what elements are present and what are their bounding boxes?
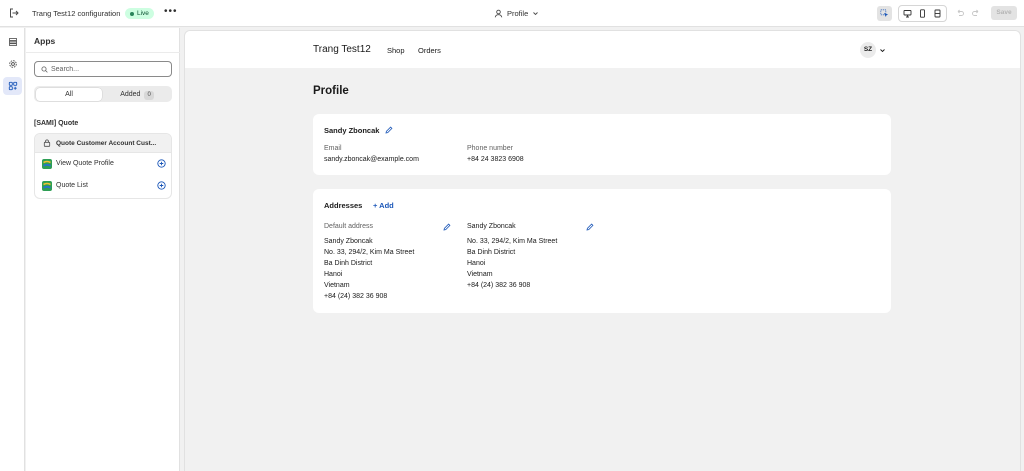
chevron-down-icon: [532, 10, 539, 17]
app-card-header-label: Quote Customer Account Cust...: [56, 140, 157, 147]
redo-icon[interactable]: [971, 8, 981, 20]
apps-rail-button[interactable]: [3, 77, 22, 95]
panel-divider: [26, 52, 180, 53]
page-selector-label: Profile: [507, 8, 529, 18]
address-line: No. 33, 294/2, Kim Ma Street: [324, 249, 415, 256]
app-item-label: Quote List: [56, 182, 88, 189]
apps-panel: Apps All Added0 [SAMI] Quote Quote Custo…: [26, 28, 180, 471]
desktop-preview-button[interactable]: [900, 6, 915, 21]
preview-canvas: Trang Test12 Shop Orders SZ Profile Sand…: [184, 30, 1021, 471]
sections-rail-button[interactable]: [3, 33, 22, 51]
phone-value: +84 24 3823 6908: [467, 156, 524, 163]
inspector-toggle[interactable]: [877, 6, 892, 21]
edit-pencil-icon[interactable]: [443, 223, 451, 233]
search-icon: [41, 66, 48, 73]
address-line: Hanoi: [467, 260, 486, 267]
search-input[interactable]: [51, 64, 169, 74]
fullwidth-preview-button[interactable]: [930, 6, 945, 21]
app-card-header[interactable]: Quote Customer Account Cust...: [35, 134, 171, 153]
app-block-item[interactable]: View Quote Profile: [35, 154, 171, 174]
nav-link-orders[interactable]: Orders: [418, 46, 441, 55]
settings-rail-button[interactable]: [3, 55, 22, 73]
phone-label: Phone number: [467, 145, 513, 152]
address-line: Hanoi: [324, 271, 343, 278]
theme-title: Trang Test12 configuration: [32, 9, 121, 18]
address-line: Sandy Zboncak: [467, 223, 516, 230]
nav-link-shop[interactable]: Shop: [387, 46, 405, 55]
add-address-button[interactable]: + Add: [373, 201, 394, 210]
store-name[interactable]: Trang Test12: [313, 44, 371, 55]
email-label: Email: [324, 145, 342, 152]
layout-icon: [934, 9, 941, 18]
gear-icon: [8, 60, 17, 68]
mobile-icon: [920, 9, 925, 18]
default-address-label: Default address: [324, 223, 374, 230]
address-line: +84 (24) 382 36 908: [467, 282, 531, 289]
store-header: Trang Test12 Shop Orders SZ: [185, 31, 1020, 68]
edit-pencil-icon[interactable]: [385, 126, 393, 136]
device-preview-group: [898, 5, 947, 22]
page-title: Profile: [313, 85, 349, 97]
address-line: Ba Dinh District: [324, 260, 373, 267]
app-logo-icon: [42, 159, 52, 171]
chevron-down-icon[interactable]: [879, 47, 886, 56]
customer-name: Sandy Zboncak: [324, 126, 380, 135]
exit-icon[interactable]: [8, 7, 20, 19]
undo-icon[interactable]: [955, 8, 965, 20]
addresses-heading: Addresses: [324, 201, 363, 210]
filter-tabs: All Added 0: [34, 86, 172, 102]
add-circle-icon[interactable]: [157, 181, 166, 192]
page-selector[interactable]: Profile: [494, 6, 539, 20]
added-count-badge: 0: [144, 90, 154, 100]
app-block-item[interactable]: Quote List: [35, 176, 171, 196]
live-status-badge: Live: [125, 8, 154, 19]
email-value: sandy.zboncak@example.com: [324, 156, 419, 163]
tab-added[interactable]: Added 0: [104, 88, 170, 101]
person-icon: [494, 9, 503, 18]
app-block-card: Quote Customer Account Cust... View Quot…: [34, 133, 172, 199]
save-button[interactable]: Save: [991, 6, 1017, 20]
app-logo-icon: [42, 181, 52, 193]
cursor-select-icon: [880, 9, 889, 17]
address-line: +84 (24) 382 36 908: [324, 293, 388, 300]
app-item-label: View Quote Profile: [56, 160, 114, 167]
address-line: Sandy Zboncak: [324, 238, 373, 245]
address-line: Vietnam: [467, 271, 493, 278]
lock-icon: [43, 139, 51, 147]
address-line: Vietnam: [324, 282, 350, 289]
tab-all-label: All: [65, 90, 73, 98]
app-group-title: [SAMI] Quote: [34, 120, 79, 127]
addresses-card: Addresses + Add Default address Sandy Zb…: [313, 189, 891, 313]
mobile-preview-button[interactable]: [915, 6, 930, 21]
icon-rail: [0, 28, 25, 471]
address-line: No. 33, 294/2, Kim Ma Street: [467, 238, 558, 245]
account-avatar[interactable]: SZ: [860, 42, 876, 58]
apps-icon: [8, 81, 17, 91]
add-circle-icon[interactable]: [157, 159, 166, 170]
panel-title: Apps: [34, 36, 56, 46]
top-bar: Trang Test12 configuration Live ••• Prof…: [0, 0, 1024, 27]
desktop-icon: [903, 10, 912, 18]
app-search-box: [34, 61, 172, 77]
tab-all[interactable]: All: [36, 87, 102, 101]
sections-icon: [8, 38, 17, 46]
tab-added-label: Added: [120, 90, 141, 98]
edit-pencil-icon[interactable]: [586, 223, 594, 233]
profile-card: Sandy Zboncak Email sandy.zboncak@exampl…: [313, 114, 891, 175]
address-line: Ba Dinh District: [467, 249, 516, 256]
more-actions-button[interactable]: •••: [164, 7, 178, 17]
